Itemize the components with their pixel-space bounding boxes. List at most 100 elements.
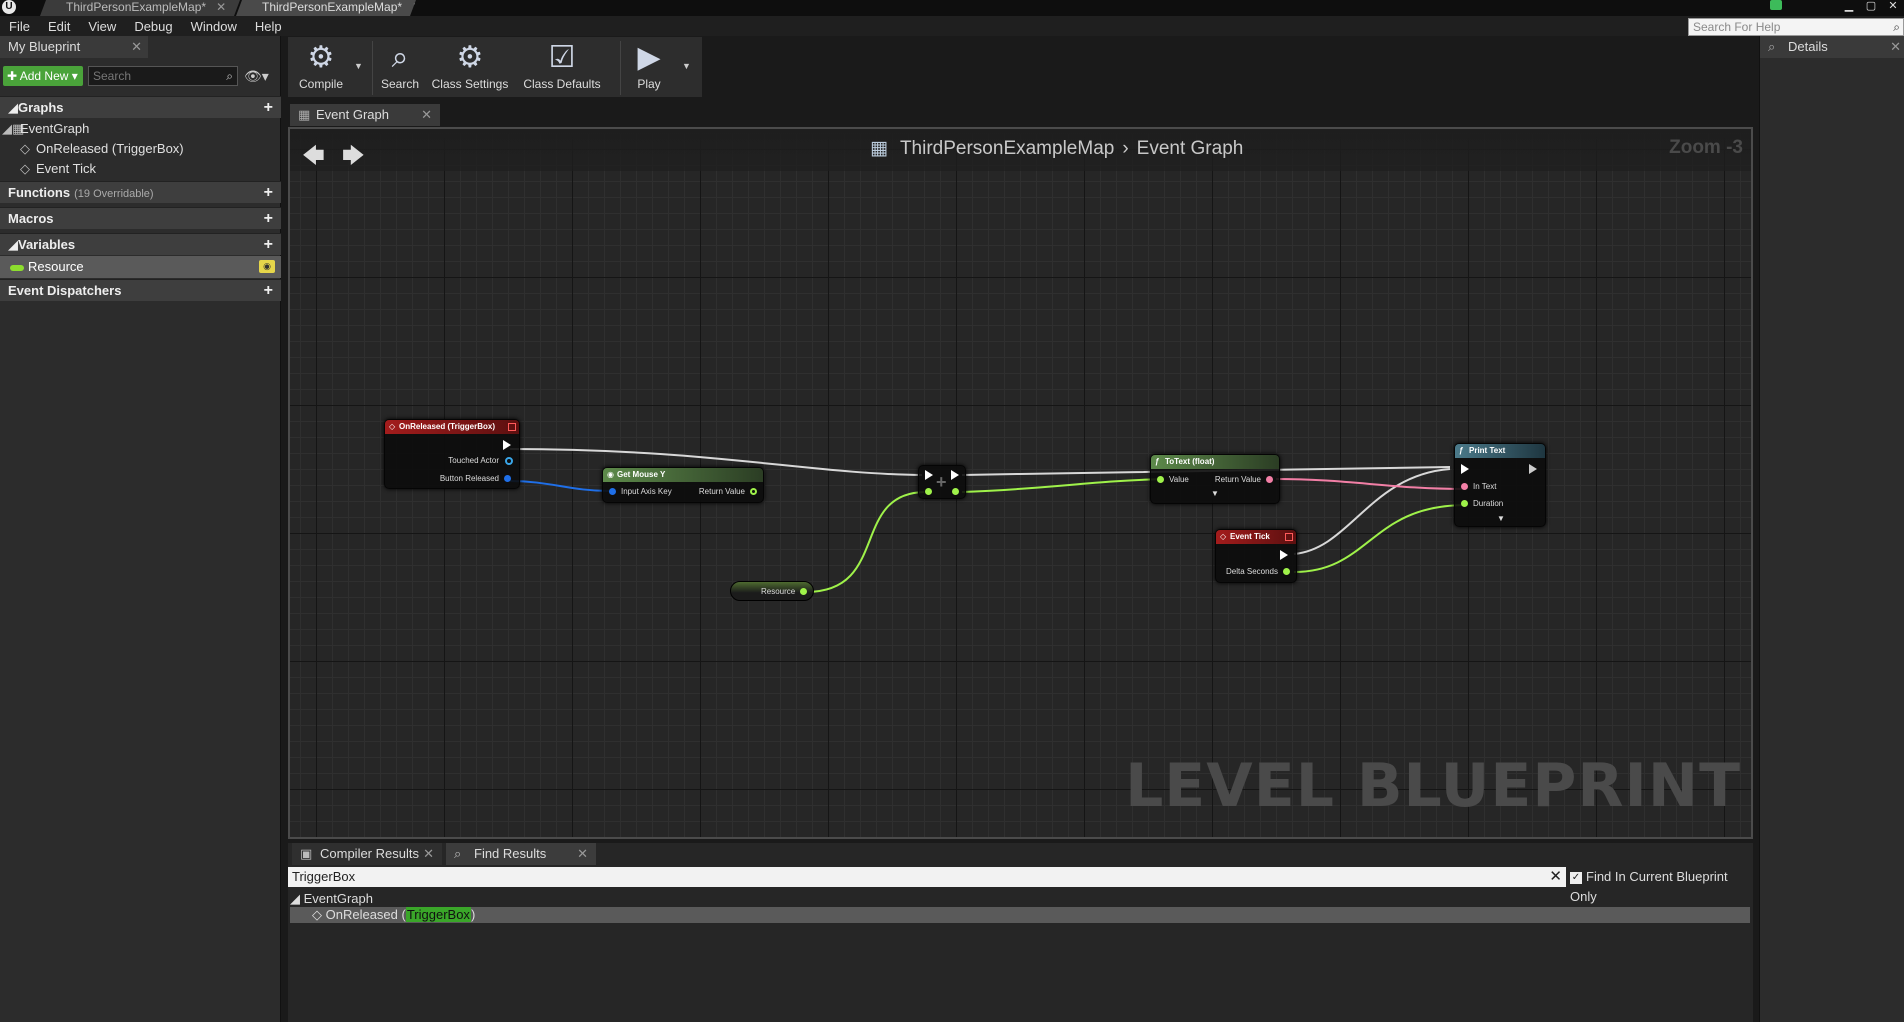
play-dropdown-icon[interactable]: ▼: [682, 61, 691, 71]
compile-dropdown-icon[interactable]: ▼: [354, 61, 363, 71]
expand-arrow-icon[interactable]: ▼: [1497, 514, 1505, 523]
document-tab-1[interactable]: ThirdPersonExampleMap* ✕: [40, 0, 240, 16]
source-control-icon[interactable]: [1770, 0, 1782, 10]
blueprint-search-input[interactable]: Search ⌕: [88, 66, 238, 86]
close-icon[interactable]: ✕: [423, 843, 434, 865]
node-to-text-float[interactable]: ƒ ToText (float) Value Return Value ▼: [1150, 454, 1280, 504]
node-event-tick[interactable]: ◇ Event Tick Delta Seconds: [1215, 529, 1297, 583]
section-functions[interactable]: Functions (19 Overridable) +: [0, 181, 281, 203]
add-macro-plus-icon[interactable]: +: [264, 208, 273, 230]
node-get-mouse-y[interactable]: ◉ Get Mouse Y Input Axis Key Return Valu…: [602, 467, 764, 503]
close-icon[interactable]: ✕: [577, 843, 588, 865]
node-onreleased[interactable]: ◇ OnReleased (TriggerBox) Touched Actor …: [384, 419, 520, 489]
menu-help[interactable]: Help: [246, 19, 291, 34]
add-new-label: Add New: [19, 69, 69, 83]
delta-seconds-pin[interactable]: [1283, 568, 1290, 575]
add-graph-plus-icon[interactable]: +: [264, 97, 273, 119]
close-icon[interactable]: ✕: [412, 0, 422, 14]
tree-item-label: EventGraph: [20, 121, 90, 136]
tab-find-results[interactable]: ⌕ Find Results ✕: [446, 843, 596, 865]
section-macros[interactable]: Macros +: [0, 207, 281, 229]
result-item-onreleased[interactable]: ◇ OnReleased (TriggerBox): [290, 907, 1750, 923]
event-graph-tab[interactable]: ▦ Event Graph ✕: [290, 104, 440, 126]
class-settings-button[interactable]: ⚙ Class Settings: [428, 39, 512, 97]
visibility-eye-icon[interactable]: ◉: [259, 260, 275, 273]
compile-button[interactable]: ⚙ Compile: [292, 39, 350, 97]
resource-out-pin[interactable]: [800, 588, 807, 595]
tree-item-eventgraph[interactable]: ◢▦EventGraph: [0, 119, 281, 139]
close-icon[interactable]: ✕: [216, 0, 226, 14]
input-axis-key-pin[interactable]: [609, 488, 616, 495]
node-resource-getter[interactable]: Resource: [730, 581, 814, 601]
graph-icon: ◢▦: [2, 121, 25, 136]
help-search-placeholder: Search For Help: [1693, 20, 1781, 34]
node-title: ToText (float): [1165, 457, 1215, 466]
view-options-eye-icon[interactable]: 👁▾: [244, 68, 269, 85]
exec-out-pin[interactable]: [503, 440, 511, 450]
close-icon[interactable]: ✕: [131, 36, 142, 58]
maximize-icon[interactable]: ▢: [1864, 0, 1878, 12]
menu-window[interactable]: Window: [182, 19, 246, 34]
details-tab[interactable]: ⌕ Details ✕: [1760, 36, 1904, 58]
section-event-dispatchers[interactable]: Event Dispatchers +: [0, 279, 281, 301]
menu-debug[interactable]: Debug: [125, 19, 181, 34]
menu-file[interactable]: File: [0, 19, 39, 34]
float-wire: [1293, 504, 1467, 573]
return-value-pin[interactable]: [750, 488, 757, 495]
expand-arrow-icon[interactable]: ▼: [1211, 489, 1219, 498]
node-print-text[interactable]: ƒ Print Text In Text Duration ▼: [1454, 443, 1546, 527]
exec-out-pin[interactable]: [951, 470, 959, 480]
clear-search-icon[interactable]: ✕: [1549, 867, 1562, 887]
tree-item-onreleased[interactable]: ◇ OnReleased (TriggerBox): [0, 139, 281, 159]
section-graphs[interactable]: ◢Graphs +: [0, 96, 281, 118]
float-out-pin[interactable]: [952, 488, 959, 495]
macros-header-label: Macros: [8, 211, 54, 226]
exec-in-pin[interactable]: [925, 470, 933, 480]
float-wire: [805, 491, 925, 593]
close-window-icon[interactable]: ✕: [1886, 0, 1900, 12]
class-defaults-button[interactable]: ☑ Class Defaults: [516, 39, 608, 97]
variable-label: Resource: [28, 259, 84, 274]
graph-canvas[interactable]: 🡄 🡆 ▦ ThirdPersonExampleMap › Event Graph Z…: [288, 127, 1753, 839]
add-dispatcher-plus-icon[interactable]: +: [264, 280, 273, 302]
section-variables[interactable]: ◢Variables +: [0, 233, 281, 255]
close-icon[interactable]: ✕: [1890, 36, 1901, 58]
find-current-blueprint-checkbox[interactable]: ✓ Find In Current Blueprint Only: [1570, 867, 1753, 904]
find-results-search-input[interactable]: TriggerBox ✕: [288, 867, 1566, 887]
close-icon[interactable]: ✕: [421, 104, 432, 126]
node-add[interactable]: +: [918, 465, 966, 499]
in-text-pin[interactable]: [1461, 483, 1468, 490]
float-in-pin[interactable]: [925, 488, 932, 495]
node-title: Print Text: [1469, 446, 1506, 455]
exec-in-pin[interactable]: [1461, 464, 1469, 474]
variable-resource[interactable]: Resource ◉: [0, 256, 281, 278]
menu-view[interactable]: View: [79, 19, 125, 34]
help-search-input[interactable]: Search For Help ⌕: [1688, 18, 1904, 36]
axis-event-icon: ◉: [607, 470, 614, 479]
exec-out-pin[interactable]: [1280, 550, 1288, 560]
delegate-pin-icon[interactable]: [508, 423, 516, 431]
variables-header-label: Variables: [18, 237, 76, 252]
play-button[interactable]: ▶ Play: [624, 39, 674, 97]
tab-compiler-results[interactable]: ▣ Compiler Results ✕: [292, 843, 442, 865]
add-variable-plus-icon[interactable]: +: [264, 234, 273, 256]
document-tab-2[interactable]: ThirdPersonExampleMap* ✕: [236, 0, 416, 16]
tree-item-event-tick[interactable]: ◇ Event Tick: [0, 159, 281, 179]
my-blueprint-tab[interactable]: My Blueprint ✕: [0, 36, 148, 58]
button-released-pin[interactable]: [504, 475, 511, 482]
search-button[interactable]: ⌕ Search: [376, 39, 424, 97]
add-new-button[interactable]: ✚ Add New ▾: [3, 66, 83, 86]
minimize-icon[interactable]: ▁: [1842, 0, 1856, 12]
tree-item-label: OnReleased (TriggerBox): [36, 141, 184, 156]
delegate-pin-icon[interactable]: [1285, 533, 1293, 541]
touched-actor-pin[interactable]: [505, 457, 513, 465]
result-root-eventgraph[interactable]: ◢ EventGraph: [290, 891, 1750, 907]
node-header: ◉ Get Mouse Y: [603, 468, 763, 482]
return-value-pin[interactable]: [1266, 476, 1273, 483]
pin-label: Return Value: [1214, 475, 1261, 484]
value-pin[interactable]: [1157, 476, 1164, 483]
duration-pin[interactable]: [1461, 500, 1468, 507]
menu-edit[interactable]: Edit: [39, 19, 79, 34]
exec-out-pin[interactable]: [1529, 464, 1537, 474]
add-function-plus-icon[interactable]: +: [264, 182, 273, 204]
